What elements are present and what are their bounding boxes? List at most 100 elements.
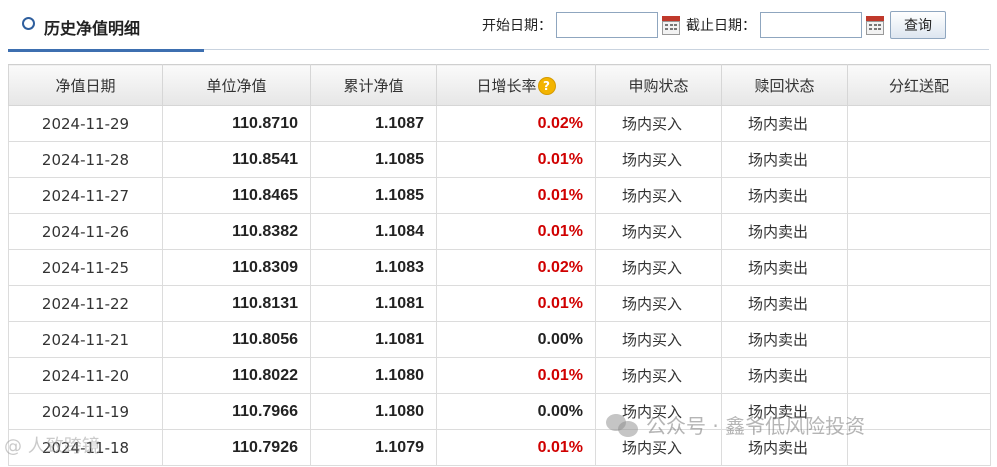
cell-daily-growth: 0.02% <box>436 249 596 286</box>
cell-acc-nav: 1.1081 <box>310 321 437 358</box>
cell-dividend <box>847 321 991 358</box>
column-header-purchase-status: 申购状态 <box>595 64 722 106</box>
daily-growth-label: 日增长率 <box>476 76 537 95</box>
cell-unit-nav: 110.8541 <box>162 141 311 178</box>
watermark: 公众号 · 鑫爷低风险投资 <box>606 410 865 439</box>
cell-date: 2024-11-20 <box>8 357 163 394</box>
cell-daily-growth: 0.01% <box>436 429 596 466</box>
nav-history-table: 净值日期 单位净值 累计净值 日增长率? 申购状态 赎回状态 分红送配 2024… <box>8 64 991 466</box>
table-row: 2024-11-26 110.8382 1.1084 0.01% 场内买入 场内卖出 <box>8 213 991 250</box>
cell-purchase-status: 场内买入 <box>595 285 722 322</box>
cell-purchase-status: 场内买入 <box>595 357 722 394</box>
cell-redeem-status: 场内卖出 <box>721 321 848 358</box>
cell-purchase-status: 场内买入 <box>595 213 722 250</box>
cell-redeem-status: 场内卖出 <box>721 213 848 250</box>
wechat-icon <box>606 412 640 438</box>
column-header-date: 净值日期 <box>8 64 163 106</box>
cell-daily-growth: 0.01% <box>436 177 596 214</box>
header-divider <box>204 49 989 50</box>
table-row: 2024-11-27 110.8465 1.1085 0.01% 场内买入 场内卖出 <box>8 177 991 214</box>
cell-redeem-status: 场内卖出 <box>721 357 848 394</box>
date-filter: 开始日期： 截止日期： 查询 <box>482 11 946 39</box>
watermark-text: 公众号 · 鑫爷低风险投资 <box>646 414 866 438</box>
cell-date: 2024-11-27 <box>8 177 163 214</box>
cell-date: 2024-11-21 <box>8 321 163 358</box>
start-date-input[interactable] <box>556 12 658 38</box>
cell-unit-nav: 110.7966 <box>162 393 311 430</box>
cell-date: 2024-11-22 <box>8 285 163 322</box>
cell-daily-growth: 0.01% <box>436 285 596 322</box>
cell-date: 2024-11-19 <box>8 393 163 430</box>
calendar-icon[interactable] <box>866 16 884 35</box>
cell-purchase-status: 场内买入 <box>595 105 722 142</box>
cell-dividend <box>847 285 991 322</box>
cell-daily-growth: 0.00% <box>436 321 596 358</box>
column-header-unit-nav: 单位净值 <box>162 64 311 106</box>
page-title: 历史净值明细 <box>44 19 141 38</box>
page-header: 历史净值明细 开始日期： 截止日期： 查询 <box>0 0 997 52</box>
table-row: 2024-11-22 110.8131 1.1081 0.01% 场内买入 场内卖出 <box>8 285 991 322</box>
cell-acc-nav: 1.1087 <box>310 105 437 142</box>
cell-acc-nav: 1.1083 <box>310 249 437 286</box>
cell-unit-nav: 110.8382 <box>162 213 311 250</box>
cell-acc-nav: 1.1084 <box>310 213 437 250</box>
cell-purchase-status: 场内买入 <box>595 249 722 286</box>
column-header-dividend: 分红送配 <box>847 64 991 106</box>
cell-dividend <box>847 249 991 286</box>
cell-daily-growth: 0.01% <box>436 141 596 178</box>
cell-redeem-status: 场内卖出 <box>721 285 848 322</box>
cell-unit-nav: 110.8022 <box>162 357 311 394</box>
table-row: 2024-11-20 110.8022 1.1080 0.01% 场内买入 场内卖出 <box>8 357 991 394</box>
column-header-redeem-status: 赎回状态 <box>721 64 848 106</box>
cell-purchase-status: 场内买入 <box>595 321 722 358</box>
cell-daily-growth: 0.02% <box>436 105 596 142</box>
title-tab: 历史净值明细 <box>8 0 204 52</box>
cell-unit-nav: 110.8465 <box>162 177 311 214</box>
cell-acc-nav: 1.1085 <box>310 141 437 178</box>
cell-date: 2024-11-26 <box>8 213 163 250</box>
cell-purchase-status: 场内买入 <box>595 141 722 178</box>
cell-unit-nav: 110.8056 <box>162 321 311 358</box>
cell-date: 2024-11-28 <box>8 141 163 178</box>
title-bullet-icon <box>22 17 35 30</box>
cell-dividend <box>847 105 991 142</box>
column-header-daily-growth: 日增长率? <box>436 64 596 106</box>
column-header-acc-nav: 累计净值 <box>310 64 437 106</box>
cell-unit-nav: 110.8309 <box>162 249 311 286</box>
cell-unit-nav: 110.7926 <box>162 429 311 466</box>
cell-acc-nav: 1.1079 <box>310 429 437 466</box>
calendar-icon[interactable] <box>662 16 680 35</box>
table-row: 2024-11-29 110.8710 1.1087 0.02% 场内买入 场内卖出 <box>8 105 991 142</box>
cell-redeem-status: 场内卖出 <box>721 177 848 214</box>
help-icon[interactable]: ? <box>537 77 556 95</box>
table-row: 2024-11-21 110.8056 1.1081 0.00% 场内买入 场内卖出 <box>8 321 991 358</box>
cell-acc-nav: 1.1080 <box>310 357 437 394</box>
cell-date: 2024-11-25 <box>8 249 163 286</box>
corner-watermark: @ 人致跨镜 <box>4 436 100 457</box>
cell-acc-nav: 1.1080 <box>310 393 437 430</box>
cell-daily-growth: 0.01% <box>436 213 596 250</box>
table-header-row: 净值日期 单位净值 累计净值 日增长率? 申购状态 赎回状态 分红送配 <box>8 64 991 106</box>
cell-redeem-status: 场内卖出 <box>721 249 848 286</box>
cell-daily-growth: 0.00% <box>436 393 596 430</box>
cell-acc-nav: 1.1085 <box>310 177 437 214</box>
query-button[interactable]: 查询 <box>890 11 946 39</box>
cell-dividend <box>847 429 991 466</box>
cell-acc-nav: 1.1081 <box>310 285 437 322</box>
end-date-input[interactable] <box>760 12 862 38</box>
cell-unit-nav: 110.8710 <box>162 105 311 142</box>
start-date-label: 开始日期： <box>482 18 552 34</box>
table-row: 2024-11-28 110.8541 1.1085 0.01% 场内买入 场内卖出 <box>8 141 991 178</box>
cell-dividend <box>847 393 991 430</box>
cell-purchase-status: 场内买入 <box>595 177 722 214</box>
end-date-label: 截止日期： <box>686 18 756 34</box>
cell-dividend <box>847 141 991 178</box>
cell-dividend <box>847 177 991 214</box>
table-row: 2024-11-25 110.8309 1.1083 0.02% 场内买入 场内卖出 <box>8 249 991 286</box>
cell-dividend <box>847 357 991 394</box>
cell-daily-growth: 0.01% <box>436 357 596 394</box>
cell-unit-nav: 110.8131 <box>162 285 311 322</box>
cell-date: 2024-11-29 <box>8 105 163 142</box>
cell-dividend <box>847 213 991 250</box>
cell-redeem-status: 场内卖出 <box>721 105 848 142</box>
